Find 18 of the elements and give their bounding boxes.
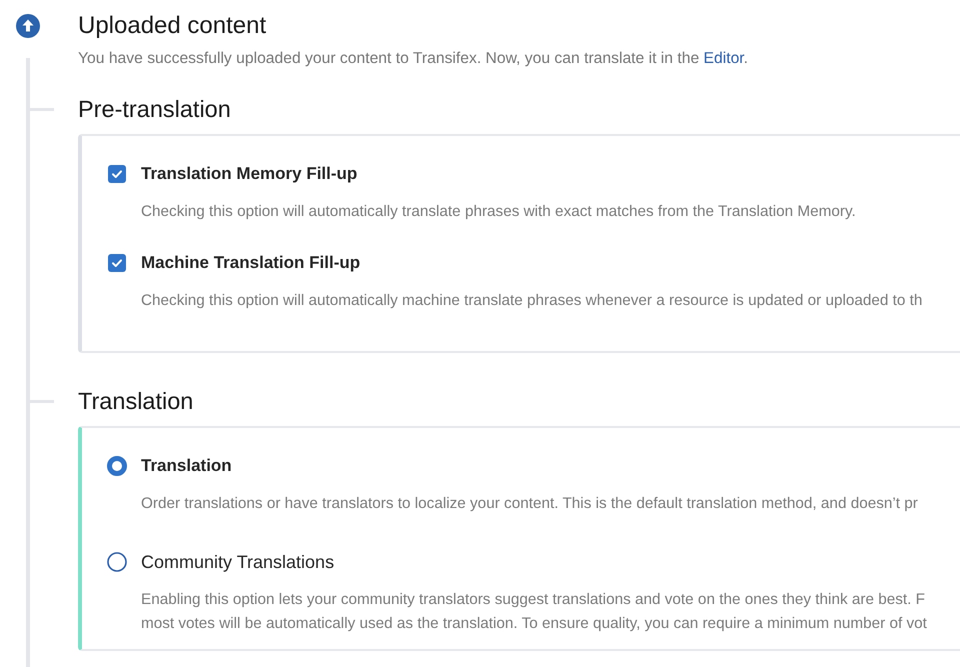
option-label: Translation (141, 455, 232, 477)
checkbox[interactable] (108, 254, 126, 272)
option-description: Checking this option will automatically translate phrases with exact matches from the Translation Memory. (141, 202, 857, 222)
editor-link[interactable]: Editor (704, 50, 744, 67)
page-title: Uploaded content (78, 12, 268, 40)
option-label: Translation Memory Fill-up (141, 163, 358, 185)
option-description: Checking this option will automatically machine translate phrases whenever a resource is updated or uploaded to th (141, 291, 924, 311)
section-title: Translation (78, 387, 194, 415)
checkbox[interactable] (108, 165, 126, 183)
upload-icon (16, 14, 40, 38)
section-title: Pre-translation (78, 95, 231, 123)
radio-button[interactable] (107, 552, 127, 572)
option-label: Machine Translation Fill-up (141, 252, 360, 274)
radio-button[interactable] (107, 456, 127, 476)
option-description: Order translations or have translators to localize your content. This is the default translation method, and doesn’t pr (141, 494, 919, 514)
upload-message: You have successfully uploaded your content to Transifex. Now, you can translate it in the Editor. (78, 49, 750, 69)
option-description: Enabling this option lets your community translators suggest translations and vote on the ones they think are best. F most votes will be automatically used as the translation. To ensure quality, you can require a minimum number of vot (141, 590, 928, 634)
option-label: Community Translations (141, 551, 334, 573)
